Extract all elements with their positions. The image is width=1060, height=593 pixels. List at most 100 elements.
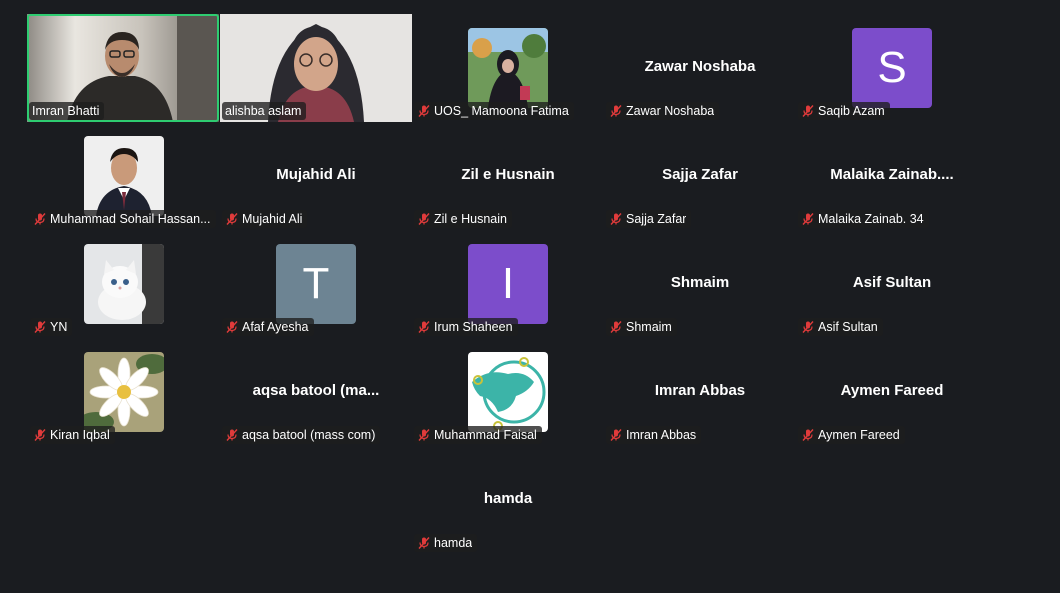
participant-name: Mujahid Ali <box>242 212 303 226</box>
participant-tile-mujahid-ali[interactable]: Mujahid Ali Mujahid Ali <box>220 122 412 230</box>
participant-display-name: Malaika Zainab.... <box>830 166 954 183</box>
participant-tile-zawar-noshaba[interactable]: Zawar Noshaba Zawar Noshaba <box>604 14 796 122</box>
mic-muted-icon <box>34 213 46 225</box>
participant-name-label: Kiran Iqbal <box>30 426 115 444</box>
mic-muted-icon <box>802 105 814 117</box>
participant-display-name: Asif Sultan <box>852 274 932 291</box>
participant-tile-imran-abbas[interactable]: Imran Abbas Imran Abbas <box>604 338 796 446</box>
mic-muted-icon <box>226 429 238 441</box>
participant-tile-yn[interactable]: YN <box>28 230 220 338</box>
participant-name-label: Sajja Zafar <box>606 210 692 228</box>
participant-name: Muhammad Sohail Hassan... <box>50 212 211 226</box>
participant-tile-kiran-iqbal[interactable]: Kiran Iqbal <box>28 338 220 446</box>
participant-tile-imran-bhatti[interactable]: Imran Bhatti <box>27 14 219 122</box>
participant-name: Imran Bhatti <box>32 104 100 118</box>
mic-muted-icon <box>610 105 622 117</box>
participant-tile-aymen-fareed[interactable]: Aymen Fareed Aymen Fareed <box>796 338 988 446</box>
participant-name-label: aqsa batool (mass com) <box>222 426 381 444</box>
participant-tile-asif-sultan[interactable]: Asif Sultan Asif Sultan <box>796 230 988 338</box>
participant-name-label: Afaf Ayesha <box>222 318 314 336</box>
participant-avatar-letter: T <box>276 244 356 324</box>
participant-name: alishba aslam <box>225 104 302 118</box>
participant-name-label: Aymen Fareed <box>798 426 905 444</box>
participant-name: Malaika Zainab. 34 <box>818 212 924 226</box>
participant-avatar-letter: S <box>852 28 932 108</box>
participant-name-label: Shmaim <box>606 318 677 336</box>
participant-name: aqsa batool (mass com) <box>242 428 376 442</box>
mic-muted-icon <box>418 105 430 117</box>
participant-name: hamda <box>434 536 473 550</box>
participant-name: YN <box>50 320 68 334</box>
participant-name-label: hamda <box>414 534 478 552</box>
mic-muted-icon <box>802 321 814 333</box>
participant-tile-afaf-ayesha[interactable]: T Afaf Ayesha <box>220 230 412 338</box>
participant-avatar-letter: I <box>468 244 548 324</box>
mic-muted-icon <box>418 213 430 225</box>
participant-tile-irum-shaheen[interactable]: I Irum Shaheen <box>412 230 604 338</box>
mic-muted-icon <box>226 213 238 225</box>
participant-display-name: Sajja Zafar <box>662 166 738 183</box>
participant-tile-alishba-aslam[interactable]: alishba aslam <box>220 14 412 122</box>
mic-muted-icon <box>610 429 622 441</box>
participant-name-label: Saqib Azam <box>798 102 890 120</box>
participant-tile-mamoona-fatima[interactable]: UOS_ Mamoona Fatima <box>412 14 604 122</box>
participant-avatar <box>468 352 548 432</box>
participant-name: Aymen Fareed <box>818 428 900 442</box>
participant-display-name: aqsa batool (ma... <box>252 382 380 399</box>
participant-name: Irum Shaheen <box>434 320 513 334</box>
mic-muted-icon <box>418 537 430 549</box>
mic-muted-icon <box>34 321 46 333</box>
participant-name-label: Irum Shaheen <box>414 318 518 336</box>
participant-display-name: Shmaim <box>670 274 730 291</box>
mic-muted-icon <box>418 321 430 333</box>
participant-name: Imran Abbas <box>626 428 697 442</box>
participant-name: Zil e Husnain <box>434 212 507 226</box>
participant-display-name: hamda <box>483 490 533 507</box>
participant-tile-hamda[interactable]: hamda hamda <box>412 446 604 554</box>
participant-display-name: Aymen Fareed <box>840 382 944 399</box>
participant-name: Muhammad Faisal <box>434 428 537 442</box>
participant-name: Shmaim <box>626 320 672 334</box>
participant-name-label: Muhammad Sohail Hassan... <box>30 210 216 228</box>
participant-name-label: Zil e Husnain <box>414 210 512 228</box>
participant-name-label: Malaika Zainab. 34 <box>798 210 929 228</box>
participant-name-label: Mujahid Ali <box>222 210 308 228</box>
mic-muted-icon <box>802 213 814 225</box>
participant-name-label: Imran Bhatti <box>29 102 105 120</box>
participant-display-name: Mujahid Ali <box>276 166 356 183</box>
participant-name: Sajja Zafar <box>626 212 687 226</box>
participant-name: Kiran Iqbal <box>50 428 110 442</box>
participant-avatar <box>84 352 164 432</box>
participant-name-label: UOS_ Mamoona Fatima <box>414 102 574 120</box>
participant-name: UOS_ Mamoona Fatima <box>434 104 569 118</box>
participant-tile-malaika-zainab[interactable]: Malaika Zainab.... Malaika Zainab. 34 <box>796 122 988 230</box>
participant-name: Afaf Ayesha <box>242 320 309 334</box>
participant-name: Saqib Azam <box>818 104 885 118</box>
participant-tile-zil-e-husnain[interactable]: Zil e Husnain Zil e Husnain <box>412 122 604 230</box>
mic-muted-icon <box>802 429 814 441</box>
participant-display-name: Zil e Husnain <box>461 166 555 183</box>
participant-display-name: Imran Abbas <box>654 382 746 399</box>
participant-name-label: alishba aslam <box>222 102 307 120</box>
mic-muted-icon <box>226 321 238 333</box>
participant-avatar <box>84 136 164 216</box>
participant-name-label: Muhammad Faisal <box>414 426 542 444</box>
participant-name-label: Asif Sultan <box>798 318 883 336</box>
participant-avatar <box>468 28 548 108</box>
participant-tile-aqsa-batool[interactable]: aqsa batool (ma... aqsa batool (mass com… <box>220 338 412 446</box>
mic-muted-icon <box>610 213 622 225</box>
participant-display-name: Zawar Noshaba <box>644 58 756 75</box>
participant-tile-sajja-zafar[interactable]: Sajja Zafar Sajja Zafar <box>604 122 796 230</box>
participant-name: Asif Sultan <box>818 320 878 334</box>
participant-name: Zawar Noshaba <box>626 104 715 118</box>
participant-tile-saqib-azam[interactable]: S Saqib Azam <box>796 14 988 122</box>
participant-name-label: Imran Abbas <box>606 426 702 444</box>
participant-tile-shmaim[interactable]: Shmaim Shmaim <box>604 230 796 338</box>
mic-muted-icon <box>34 429 46 441</box>
participant-name-label: YN <box>30 318 73 336</box>
mic-muted-icon <box>610 321 622 333</box>
mic-muted-icon <box>418 429 430 441</box>
participant-tile-sohail-hassan[interactable]: Muhammad Sohail Hassan... <box>28 122 220 230</box>
participant-tile-muhammad-faisal[interactable]: Muhammad Faisal <box>412 338 604 446</box>
participant-avatar <box>84 244 164 324</box>
